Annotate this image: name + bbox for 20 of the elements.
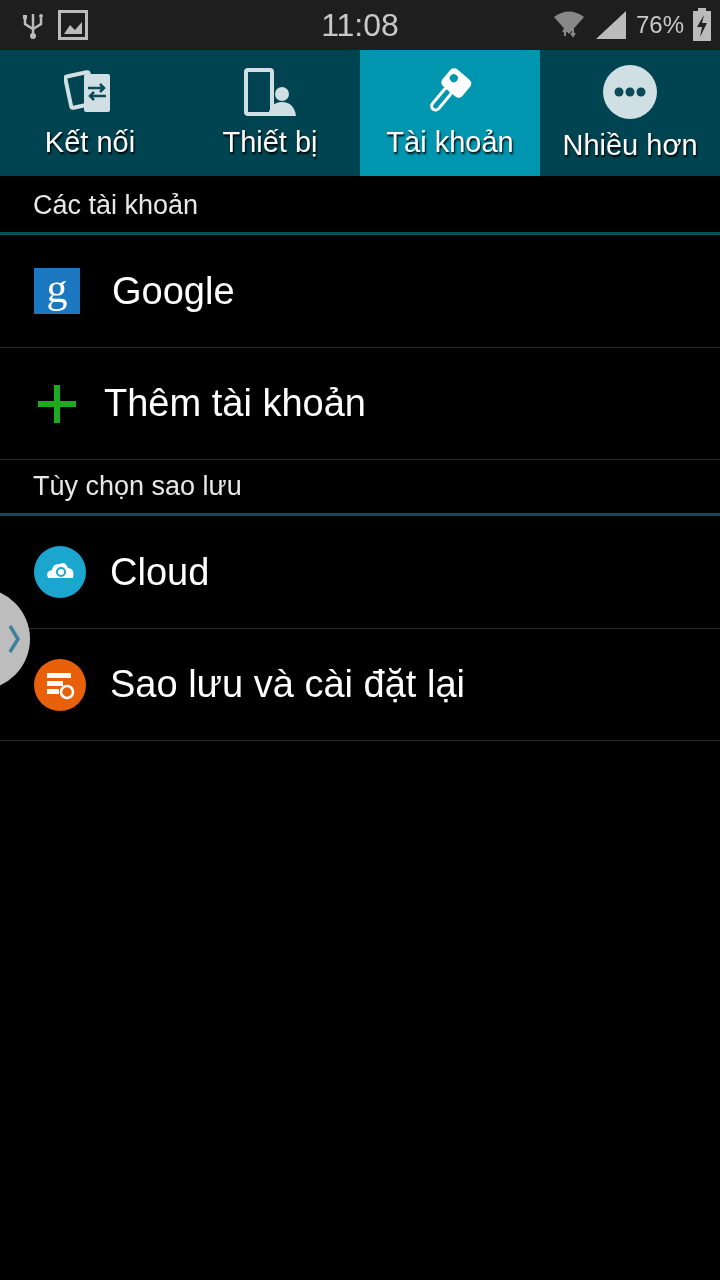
google-icon: g — [34, 268, 80, 314]
tab[interactable]: Kết nối — [0, 50, 180, 176]
list-item[interactable]: Google — [112, 269, 235, 313]
section-header: Tùy chọn sao lưu — [0, 460, 720, 516]
phone-person-icon — [244, 67, 296, 116]
image-icon — [58, 10, 88, 40]
section-header: Các tài khoản — [0, 179, 720, 235]
clock: 11:08 — [321, 6, 399, 44]
backup-icon — [34, 658, 86, 711]
list-item[interactable]: Sao lưu và cài đặt lại — [110, 663, 465, 706]
chevron-icon — [8, 624, 20, 654]
tab[interactable]: Thiết bị — [180, 50, 360, 176]
more-icon — [603, 64, 657, 119]
cloud-icon — [34, 546, 86, 598]
list-item[interactable]: Thêm tài khoản — [104, 382, 366, 425]
tab[interactable]: Nhiều hơn — [540, 50, 720, 176]
battery-icon — [692, 8, 712, 42]
list-item[interactable]: Cloud — [110, 550, 210, 594]
battery-level: 76% — [635, 11, 684, 39]
tab[interactable]: Tài khoản — [360, 50, 540, 176]
